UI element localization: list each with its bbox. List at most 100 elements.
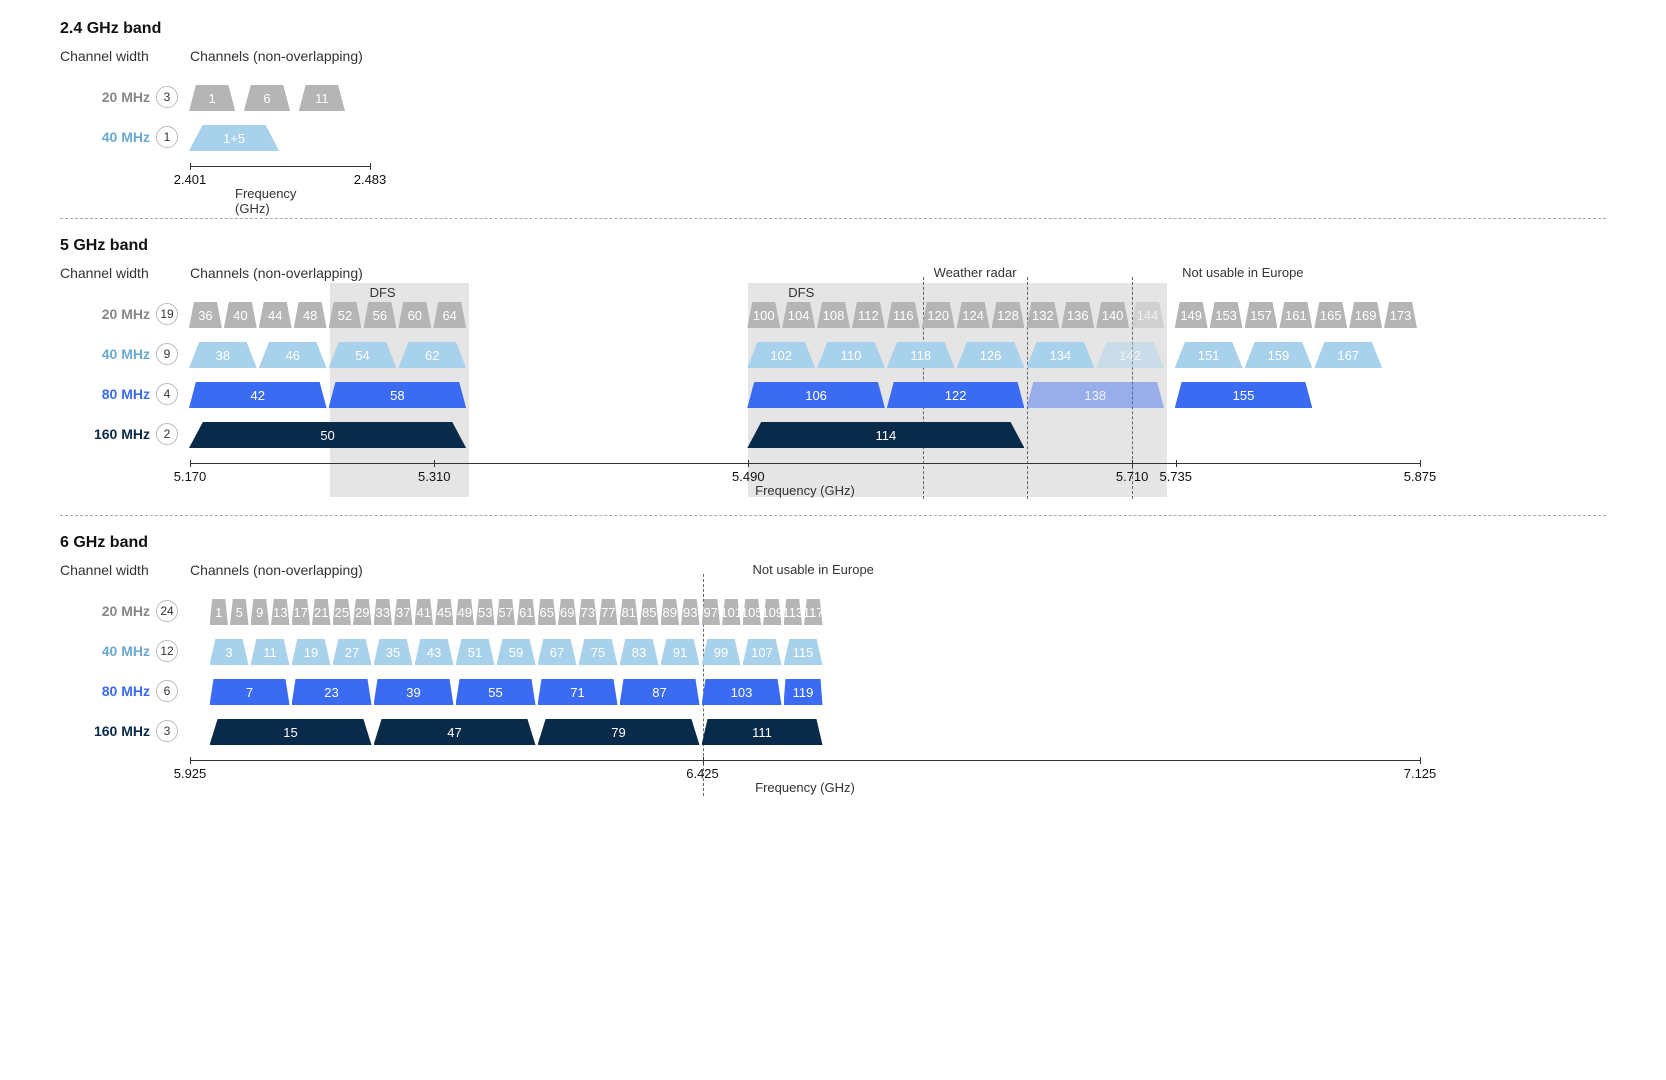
channel-block: 153: [1210, 302, 1243, 328]
channel-block: 103: [702, 679, 782, 705]
channel-block: 29: [353, 599, 372, 625]
column-headers: Channel widthChannels (non-overlapping): [60, 265, 1606, 281]
channel-block: 119: [784, 679, 823, 705]
channel-block: 19: [292, 639, 331, 665]
channel-block: 56: [363, 302, 396, 328]
axis-tick: [190, 460, 191, 467]
channel-count-badge: 1: [156, 126, 178, 148]
axis-title: Frequency (GHz): [755, 483, 855, 498]
channel-block: 138: [1026, 382, 1164, 408]
channel-block: 33: [374, 599, 393, 625]
band-title: 6 GHz band: [60, 534, 1606, 552]
channel-block: 37: [394, 599, 413, 625]
channel-block: 55: [456, 679, 536, 705]
width-label: 20 MHz: [60, 603, 156, 619]
hdr-channel-width: Channel width: [60, 265, 190, 281]
channel-block: 83: [620, 639, 659, 665]
channel-block: 58: [329, 382, 467, 408]
channel-block: 35: [374, 639, 413, 665]
channel-block: 44: [259, 302, 292, 328]
channel-block: 112: [852, 302, 885, 328]
axis-tick-label: 2.401: [174, 172, 207, 187]
channel-block: 49: [456, 599, 475, 625]
channel-block: 169: [1349, 302, 1382, 328]
channel-block: 115: [784, 639, 823, 665]
axis-tick: [748, 460, 749, 467]
band-timeline: DFSDFSWeather radarNot usable in Europe2…: [190, 289, 1420, 497]
not-usable-europe-label: Not usable in Europe: [753, 562, 874, 577]
channel-block: 6: [244, 85, 290, 111]
channel-block: 111: [702, 719, 823, 745]
channel-block: 48: [294, 302, 327, 328]
channel-block: 50: [189, 422, 466, 448]
channel-count-badge: 19: [156, 303, 178, 325]
channel-block: 118: [887, 342, 955, 368]
channel-block: 107: [743, 639, 782, 665]
channel-block: 114: [747, 422, 1024, 448]
axis-tick: [190, 163, 191, 170]
channel-block: 81: [620, 599, 639, 625]
channel-block: 5: [230, 599, 249, 625]
channel-count-badge: 6: [156, 680, 178, 702]
channel-track: 1611: [188, 83, 368, 111]
channel-block: 91: [661, 639, 700, 665]
width-row: 160 MHz250114: [60, 417, 1420, 451]
band-section: 2.4 GHz bandChannel widthChannels (non-o…: [60, 20, 1606, 200]
hdr-channels-nonoverlap: Channels (non-overlapping): [190, 48, 1390, 64]
channel-block: 53: [476, 599, 495, 625]
axis-tick-label: 5.925: [174, 766, 207, 781]
axis-tick: [434, 460, 435, 467]
channel-block: 1: [189, 85, 235, 111]
channel-block: 126: [957, 342, 1025, 368]
channel-block: 17: [292, 599, 311, 625]
channel-block: 89: [661, 599, 680, 625]
channel-block: 165: [1314, 302, 1347, 328]
width-row: 160 MHz3154779111: [60, 714, 1420, 748]
channel-track: 3111927354351596775839199107115: [188, 637, 1418, 665]
width-row: 20 MHz1936404448525660641001041081121161…: [60, 297, 1420, 331]
channel-block: 99: [702, 639, 741, 665]
channel-track: 1591317212529333741454953576165697377818…: [188, 597, 1418, 625]
channel-block: 144: [1131, 302, 1164, 328]
column-headers: Channel widthChannels (non-overlapping): [60, 48, 1606, 64]
width-label: 40 MHz: [60, 346, 156, 362]
width-label: 80 MHz: [60, 683, 156, 699]
channel-block: 40: [224, 302, 257, 328]
channel-block: 27: [333, 639, 372, 665]
channel-block: 100: [747, 302, 780, 328]
axis-tick: [190, 757, 191, 764]
width-label: 160 MHz: [60, 723, 156, 739]
channel-track: 3640444852566064100104108112116120124128…: [188, 300, 1418, 328]
width-label: 160 MHz: [60, 426, 156, 442]
axis-tick-label: 5.710: [1116, 469, 1149, 484]
channel-block: 46: [259, 342, 327, 368]
channel-block: 101: [722, 599, 741, 625]
channel-block: 97: [702, 599, 721, 625]
channel-block: 159: [1245, 342, 1313, 368]
channel-block: 120: [922, 302, 955, 328]
channel-block: 9: [251, 599, 270, 625]
channel-block: 25: [333, 599, 352, 625]
channel-block: 51: [456, 639, 495, 665]
channel-block: 47: [374, 719, 536, 745]
axis-line: [190, 166, 370, 167]
channel-track: 1+5: [188, 123, 368, 151]
channel-block: 45: [435, 599, 454, 625]
hdr-channel-width: Channel width: [60, 48, 190, 64]
channel-block: 136: [1061, 302, 1094, 328]
axis-tick-label: 5.490: [732, 469, 765, 484]
channel-block: 108: [817, 302, 850, 328]
band-title: 5 GHz band: [60, 237, 1606, 255]
channel-block: 15: [210, 719, 372, 745]
channel-block: 109: [763, 599, 782, 625]
channel-block: 38: [189, 342, 257, 368]
width-row: 40 MHz123111927354351596775839199107115: [60, 634, 1420, 668]
channel-block: 21: [312, 599, 331, 625]
channel-block: 11: [251, 639, 290, 665]
axis-line: [190, 760, 1420, 761]
channel-block: 140: [1096, 302, 1129, 328]
width-row: 40 MHz9384654621021101181261341421511591…: [60, 337, 1420, 371]
channel-block: 79: [538, 719, 700, 745]
channel-block: 173: [1384, 302, 1417, 328]
axis-tick-label: 5.875: [1404, 469, 1437, 484]
